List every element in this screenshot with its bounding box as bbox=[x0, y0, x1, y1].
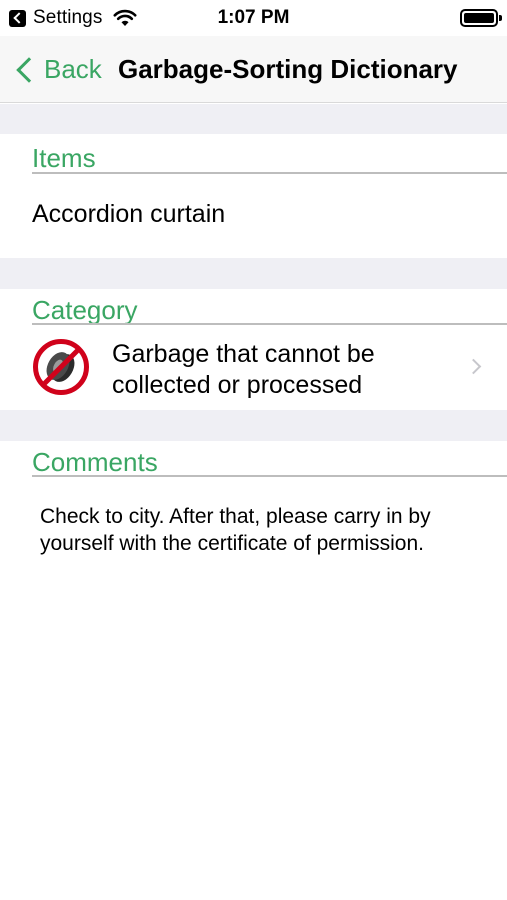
items-header: Items bbox=[32, 143, 96, 173]
status-bar: Settings 1:07 PM bbox=[0, 0, 507, 36]
back-button-label: Back bbox=[44, 54, 102, 84]
page-title: Garbage-Sorting Dictionary bbox=[118, 54, 458, 84]
comments-header: Comments bbox=[32, 447, 158, 477]
item-name: Accordion curtain bbox=[32, 200, 226, 228]
section-spacer bbox=[0, 258, 507, 289]
comments-divider bbox=[32, 475, 507, 477]
section-spacer bbox=[0, 410, 507, 441]
back-button[interactable]: Back bbox=[12, 36, 102, 103]
category-header: Category bbox=[32, 295, 138, 325]
category-value: Garbage that cannot be collected or proc… bbox=[112, 340, 375, 399]
section-spacer bbox=[0, 104, 507, 134]
battery-icon bbox=[460, 9, 502, 27]
navigation-bar: Back Garbage-Sorting Dictionary bbox=[0, 36, 507, 103]
no-tire-icon bbox=[33, 339, 89, 395]
comments-text: Check to city. After that, please carry … bbox=[40, 505, 431, 555]
category-divider bbox=[32, 323, 507, 325]
chevron-left-icon bbox=[16, 56, 42, 83]
status-time: 1:07 PM bbox=[217, 7, 290, 28]
chevron-right-icon bbox=[465, 358, 482, 375]
items-divider bbox=[32, 172, 507, 174]
category-row[interactable]: Garbage that cannot be collected or proc… bbox=[0, 326, 507, 409]
